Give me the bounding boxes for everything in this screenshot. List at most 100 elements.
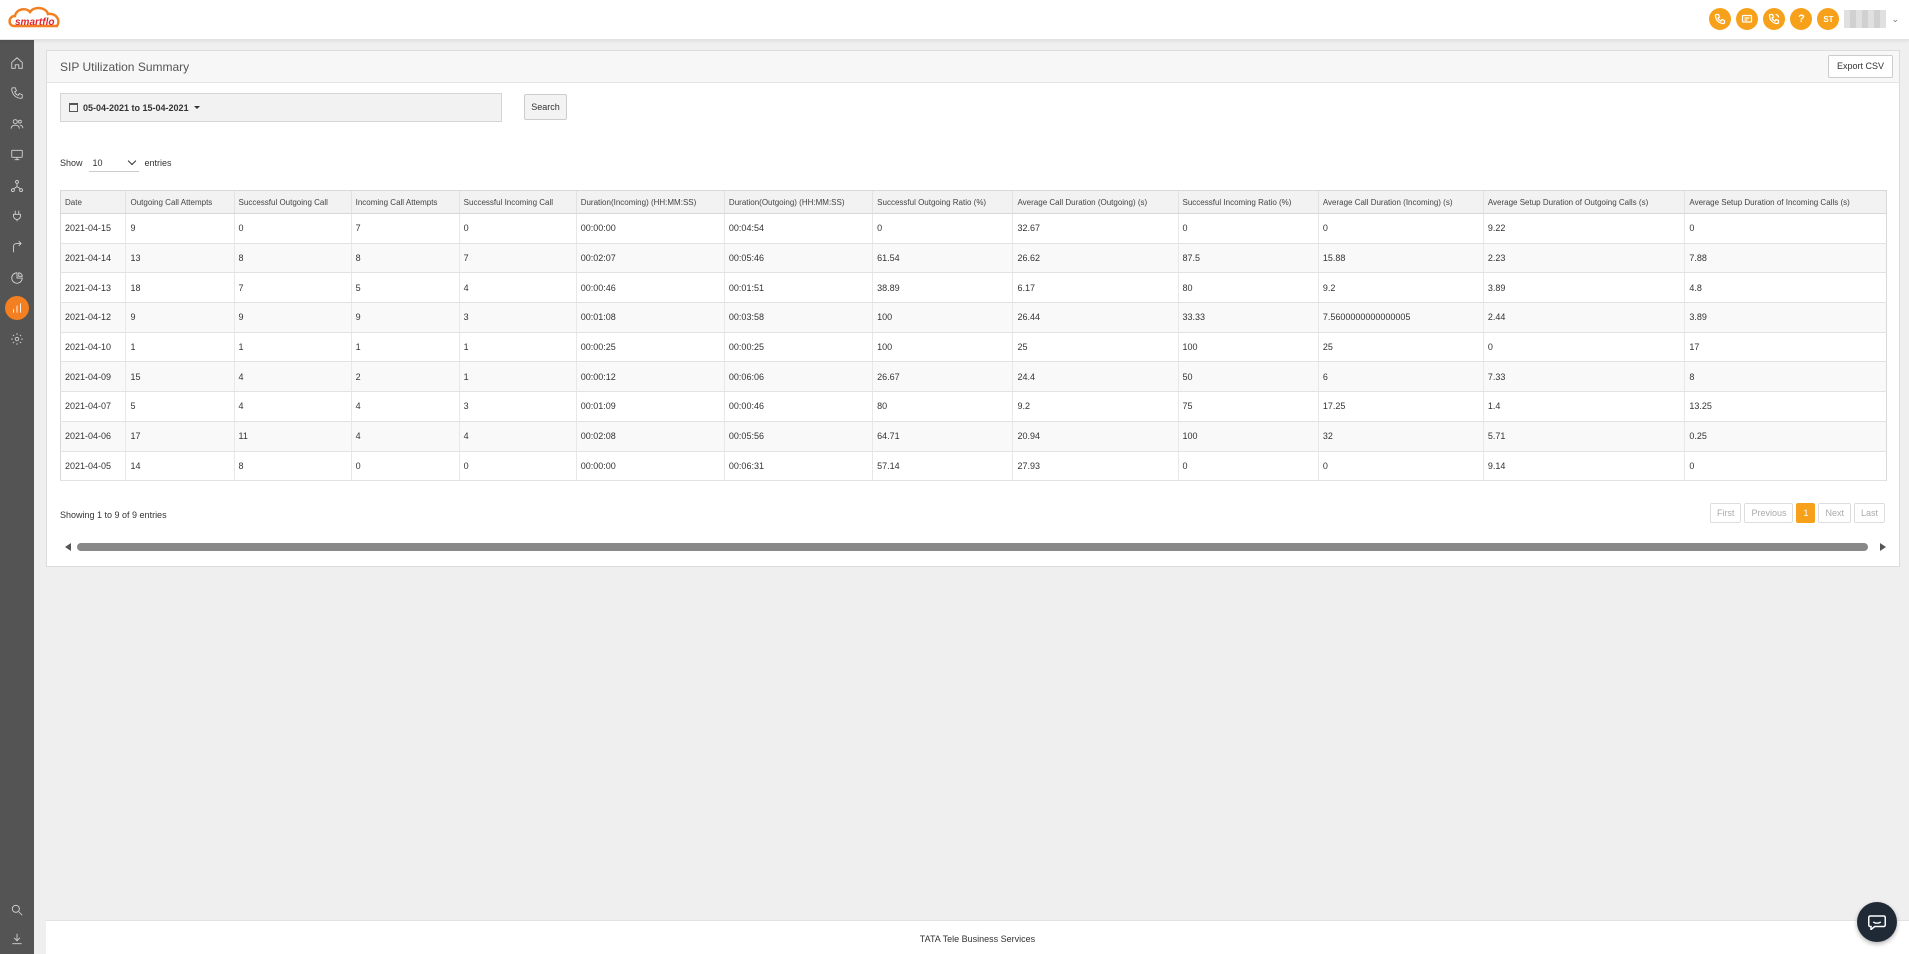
calendar-icon	[69, 103, 78, 112]
table-cell: 27.93	[1012, 451, 1178, 482]
table-cell: 00:00:12	[575, 361, 725, 393]
entries-value: 10	[92, 157, 103, 168]
table-cell: 87.5	[1177, 243, 1319, 274]
table-cell: 26.67	[872, 361, 1013, 393]
home-icon[interactable]	[5, 51, 29, 75]
column-header[interactable]: Average Call Duration (Outgoing) (s)	[1012, 190, 1178, 214]
chevron-down-icon	[127, 156, 136, 166]
table-row: 2021-04-13 18 7 5 4 00:00:46 00:01:51 38.89 6.17…	[59, 272, 1887, 304]
table-cell: 2021-04-09	[59, 361, 126, 393]
table-cell: 1	[125, 332, 235, 363]
column-header[interactable]: Successful Outgoing Call	[233, 190, 352, 214]
table-cell: 38.89	[872, 272, 1013, 304]
scroll-right-icon[interactable]	[1880, 543, 1886, 551]
pagination: First Previous 1 Next Last	[1709, 503, 1885, 523]
entries-select[interactable]: 10	[88, 154, 139, 172]
table-cell: 2.44	[1482, 302, 1685, 333]
scroll-left-icon[interactable]	[65, 543, 71, 551]
search-button[interactable]: Search	[524, 94, 567, 120]
table-cell: 26.44	[1012, 302, 1178, 333]
hierarchy-icon[interactable]	[5, 174, 29, 198]
table-cell: 9	[125, 302, 235, 333]
export-csv-button[interactable]: Export CSV	[1827, 55, 1893, 78]
table-cell: 00:06:06	[723, 361, 873, 393]
table-cell: 9.2	[1012, 391, 1178, 422]
table-cell: 4.8	[1684, 272, 1887, 304]
search-icon[interactable]	[5, 898, 29, 922]
table-cell: 100	[872, 332, 1013, 363]
table-cell: 1.4	[1482, 391, 1685, 422]
pie-chart-icon[interactable]	[5, 266, 29, 290]
table-cell: 5.71	[1482, 421, 1685, 452]
message-icon[interactable]	[1736, 8, 1759, 30]
column-header[interactable]: Successful Incoming Ratio (%)	[1177, 190, 1319, 214]
users-icon[interactable]	[5, 112, 29, 136]
plug-icon[interactable]	[5, 204, 29, 228]
column-header[interactable]: Average Call Duration (Incoming) (s)	[1317, 190, 1484, 214]
table-cell: 5	[125, 391, 235, 422]
top-bar: smartflo ? ST ⌄	[0, 0, 1909, 40]
column-header[interactable]: Successful Incoming Call	[458, 190, 577, 214]
caret-down-icon	[193, 106, 200, 109]
table-cell: 00:00:00	[575, 213, 725, 244]
download-icon[interactable]	[5, 927, 29, 951]
phone-icon[interactable]	[5, 81, 29, 105]
next-page-button[interactable]: Next	[1818, 503, 1851, 523]
column-header[interactable]: Duration(Incoming) (HH:MM:SS)	[575, 190, 725, 214]
table-cell: 9.2	[1317, 272, 1484, 304]
previous-page-button[interactable]: Previous	[1744, 503, 1794, 523]
table-cell: 00:05:46	[723, 243, 873, 274]
column-header[interactable]: Duration(Outgoing) (HH:MM:SS)	[723, 190, 873, 214]
table-row: 2021-04-09 15 4 2 1 00:00:12 00:06:06 26.67 24.4…	[59, 361, 1887, 393]
table-cell: 0	[1177, 451, 1319, 482]
table-cell: 2021-04-05	[59, 451, 126, 482]
column-header[interactable]: Incoming Call Attempts	[350, 190, 460, 214]
first-page-button[interactable]: First	[1709, 503, 1742, 523]
table-cell: 13	[125, 243, 235, 274]
table-cell: 00:01:08	[575, 302, 725, 333]
monitor-icon[interactable]	[5, 143, 29, 167]
table-row: 2021-04-12 9 9 9 3 00:01:08 00:03:58 100 26.44 33…	[59, 302, 1887, 333]
table-cell: 0	[1317, 213, 1484, 244]
user-name-redacted[interactable]	[1844, 10, 1887, 28]
column-header[interactable]: Date	[59, 190, 126, 214]
table-cell: 4	[350, 421, 460, 452]
help-icon[interactable]: ?	[1790, 8, 1813, 30]
table-cell: 9	[233, 302, 352, 333]
table-cell: 13.25	[1684, 391, 1887, 422]
table-cell: 2021-04-07	[59, 391, 126, 422]
footer-text: TATA Tele Business Services	[919, 934, 1036, 944]
table-row: 2021-04-10 1 1 1 1 00:00:25 00:00:25 100 25 100 25…	[59, 332, 1887, 363]
table-cell: 7	[233, 272, 352, 304]
smartflo-logo[interactable]: smartflo	[6, 4, 66, 36]
table-cell: 00:01:09	[575, 391, 725, 422]
table-cell: 80	[872, 391, 1013, 422]
settings-icon[interactable]	[5, 327, 29, 351]
column-header[interactable]: Average Setup Duration of Incoming Calls…	[1684, 190, 1887, 214]
phone-call-icon[interactable]	[1763, 8, 1786, 30]
bar-chart-icon[interactable]	[5, 296, 29, 320]
show-entries-control: Show 10 entries	[60, 154, 172, 172]
table-cell: 00:01:51	[723, 272, 873, 304]
table-cell: 2021-04-06	[59, 421, 126, 452]
column-header[interactable]: Outgoing Call Attempts	[125, 190, 235, 214]
horizontal-scrollbar[interactable]	[65, 541, 1886, 553]
table-cell: 0	[458, 451, 577, 482]
table-cell: 9.22	[1482, 213, 1685, 244]
table-cell: 0	[872, 213, 1013, 244]
table-cell: 00:00:00	[575, 451, 725, 482]
table-cell: 33.33	[1177, 302, 1319, 333]
column-header[interactable]: Successful Outgoing Ratio (%)	[872, 190, 1013, 214]
table-cell: 20.94	[1012, 421, 1178, 452]
column-header[interactable]: Average Setup Duration of Outgoing Calls…	[1482, 190, 1685, 214]
chevron-down-icon[interactable]: ⌄	[1891, 14, 1899, 25]
page-1-button[interactable]: 1	[1796, 503, 1816, 523]
user-avatar[interactable]: ST	[1817, 8, 1840, 30]
date-range-picker[interactable]: 05-04-2021 to 15-04-2021	[60, 93, 502, 122]
phone-icon[interactable]	[1709, 8, 1732, 30]
table-cell: 3	[458, 302, 577, 333]
last-page-button[interactable]: Last	[1853, 503, 1885, 523]
scroll-thumb[interactable]	[77, 543, 1868, 551]
chat-button[interactable]	[1857, 902, 1897, 942]
route-icon[interactable]	[5, 235, 29, 259]
